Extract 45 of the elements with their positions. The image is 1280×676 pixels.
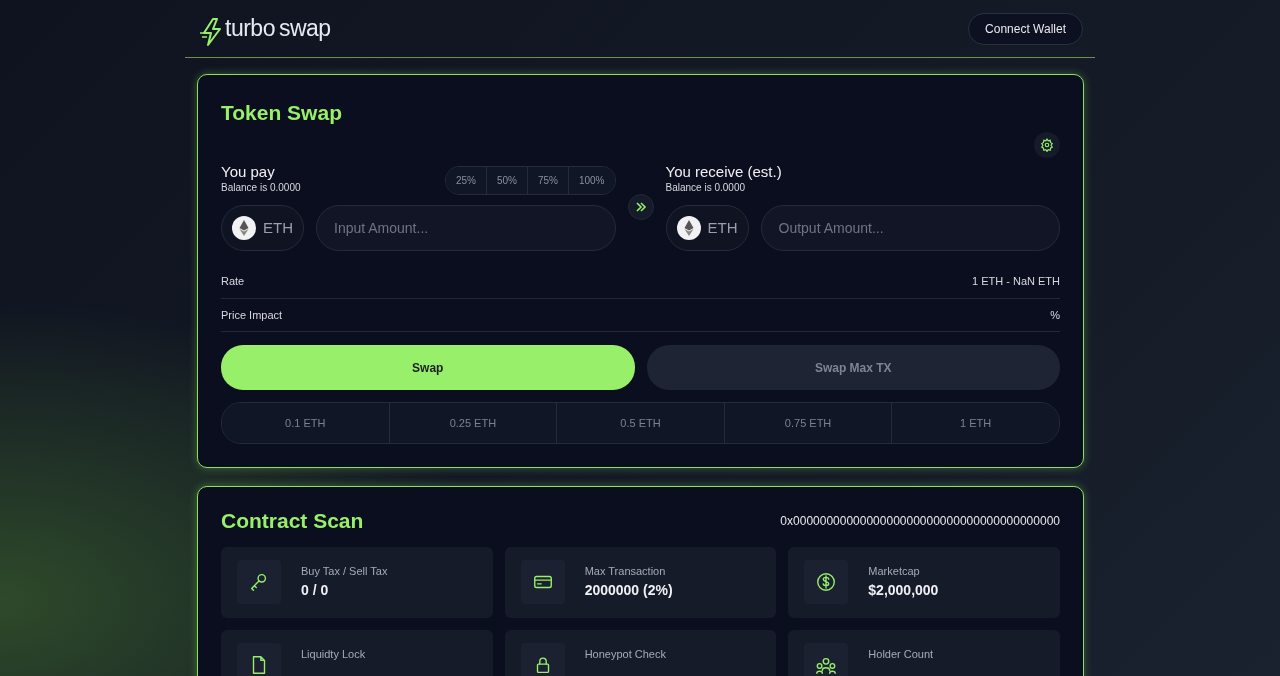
scan-label: Buy Tax / Sell Tax [301,564,388,579]
percent-button[interactable]: 25% [445,167,487,194]
scan-label: Marketcap [868,564,921,579]
amount-field[interactable]: Input Amount... [316,205,616,251]
dollar-icon [815,571,838,593]
ethereum-icon [676,216,701,240]
percent-button[interactable]: 100% [568,167,615,194]
scan-label: Max Transaction [584,564,667,579]
amount-preset-button[interactable]: 0.1 ETH [222,403,390,443]
card-title: Token Swap [221,100,342,126]
info-label: Price Impact [221,307,283,323]
connect-wallet-button[interactable]: Connect Wallet [968,12,1083,45]
balance-text: Balance is 0.0000 [221,181,301,195]
contract-address: 0x0000000000000000000000000000000000000000 [780,512,1060,530]
scan-label: Honeypot Check [584,647,666,662]
amount-preset-button[interactable]: 0.75 ETH [724,403,893,443]
ethereum-icon [232,216,256,240]
info-value: 1 ETH - NaN ETH [972,274,1060,289]
double-chevron-icon [634,201,647,213]
scan-value: 0 / 0 [301,580,330,600]
info-label: Rate [221,274,245,289]
percent-button[interactable]: 75% [527,167,569,194]
amount-preset-button[interactable]: 0.25 ETH [389,403,558,443]
amount-preset-button[interactable]: 0.5 ETH [557,403,725,443]
logo-text: swap [278,14,331,44]
token-selector[interactable]: ETH [665,205,749,251]
info-value: % [1050,307,1060,323]
swap-max-button[interactable]: Swap Max TX [646,345,1060,390]
percent-button[interactable]: 50% [486,167,528,194]
scan-label: Liquidty Lock [301,647,366,662]
token-selector[interactable]: ETH [221,205,304,251]
swap-direction-button[interactable] [627,194,654,220]
settings-button[interactable] [1034,131,1060,158]
scan-value: $2,000,000 [868,580,939,600]
swap-button[interactable]: Swap [221,345,635,390]
scan-label: Holder Count [868,647,934,662]
field-label: You pay [221,163,276,180]
balance-text: Balance is 0.0000 [665,181,746,195]
field-label: You receive (est.) [665,163,782,180]
scan-value: 2000000 (2%) [584,580,673,600]
card-title: Contract Scan [221,508,364,534]
amount-field[interactable]: Output Amount... [760,205,1060,251]
logo-text: turbo [225,14,275,44]
gear-icon [1040,137,1054,152]
amount-preset-button[interactable]: 1 ETH [892,403,1059,443]
